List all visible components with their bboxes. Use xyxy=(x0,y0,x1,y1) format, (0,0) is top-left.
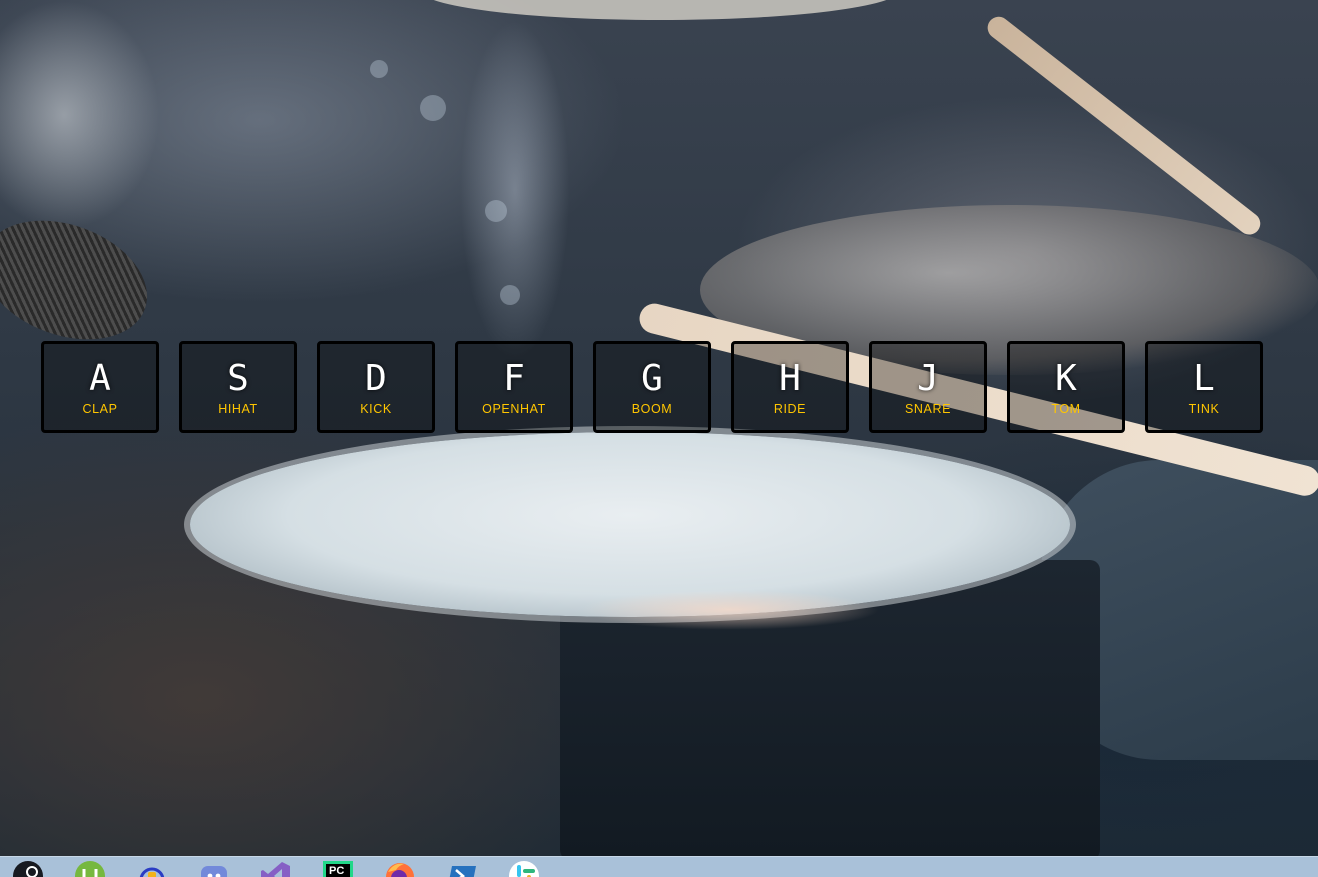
key-letter: D xyxy=(365,358,387,399)
background-rim-glint xyxy=(580,590,880,630)
key-sound-label: TINK xyxy=(1188,402,1220,416)
key-sound-label: HIHAT xyxy=(218,402,258,416)
key-sound-label: SNARE xyxy=(904,402,952,416)
key-h-ride[interactable]: H RIDE xyxy=(731,341,849,433)
taskbar: PC xyxy=(0,856,1318,877)
background-bokeh xyxy=(370,60,388,78)
key-d-kick[interactable]: D KICK xyxy=(317,341,435,433)
firefox-icon[interactable] xyxy=(384,860,416,877)
key-letter: S xyxy=(227,358,249,399)
key-sound-label: KICK xyxy=(360,402,392,416)
key-sound-label: CLAP xyxy=(82,402,118,416)
powershell-icon[interactable] xyxy=(446,860,478,877)
pycharm-icon[interactable]: PC xyxy=(322,860,354,877)
drum-kit-page: A CLAP S HIHAT D KICK F OPENHAT G BOOM H… xyxy=(0,0,1318,856)
key-letter: A xyxy=(89,358,111,399)
key-letter: K xyxy=(1055,358,1077,399)
key-a-clap[interactable]: A CLAP xyxy=(41,341,159,433)
key-l-tink[interactable]: L TINK xyxy=(1145,341,1263,433)
background-bokeh xyxy=(500,285,520,305)
background-drummer-leg xyxy=(1040,460,1318,760)
background-microphone xyxy=(0,199,164,361)
key-f-openhat[interactable]: F OPENHAT xyxy=(455,341,573,433)
key-letter: H xyxy=(779,358,801,399)
background-cymbal-stand xyxy=(460,20,570,360)
background-bokeh xyxy=(485,200,507,222)
utorrent-icon[interactable] xyxy=(74,860,106,877)
background-bokeh xyxy=(420,95,446,121)
slack-icon[interactable] xyxy=(508,860,540,877)
key-j-snare[interactable]: J SNARE xyxy=(869,341,987,433)
key-sound-label: TOM xyxy=(1051,402,1081,416)
key-letter: G xyxy=(641,358,663,399)
key-sound-label: RIDE xyxy=(773,402,807,416)
key-sound-label: BOOM xyxy=(631,402,673,416)
background-cymbal-top xyxy=(420,0,900,20)
key-g-boom[interactable]: G BOOM xyxy=(593,341,711,433)
visual-studio-icon[interactable] xyxy=(260,860,292,877)
key-letter: F xyxy=(503,358,525,399)
pycharm-label: PC xyxy=(329,865,345,877)
key-letter: L xyxy=(1193,358,1215,399)
key-s-hihat[interactable]: S HIHAT xyxy=(179,341,297,433)
background-snare-head xyxy=(190,432,1070,617)
key-k-tom[interactable]: K TOM xyxy=(1007,341,1125,433)
discord-icon[interactable] xyxy=(198,860,230,877)
key-sound-label: OPENHAT xyxy=(482,402,546,416)
key-letter: J xyxy=(917,358,939,399)
steam-icon[interactable] xyxy=(12,860,44,877)
background-drumstick-upper xyxy=(983,12,1265,239)
headset-app-icon[interactable] xyxy=(136,860,168,877)
background-hardware-left xyxy=(0,0,160,230)
drum-keys: A CLAP S HIHAT D KICK F OPENHAT G BOOM H… xyxy=(41,341,1263,433)
background-snare-shell xyxy=(560,560,1100,856)
